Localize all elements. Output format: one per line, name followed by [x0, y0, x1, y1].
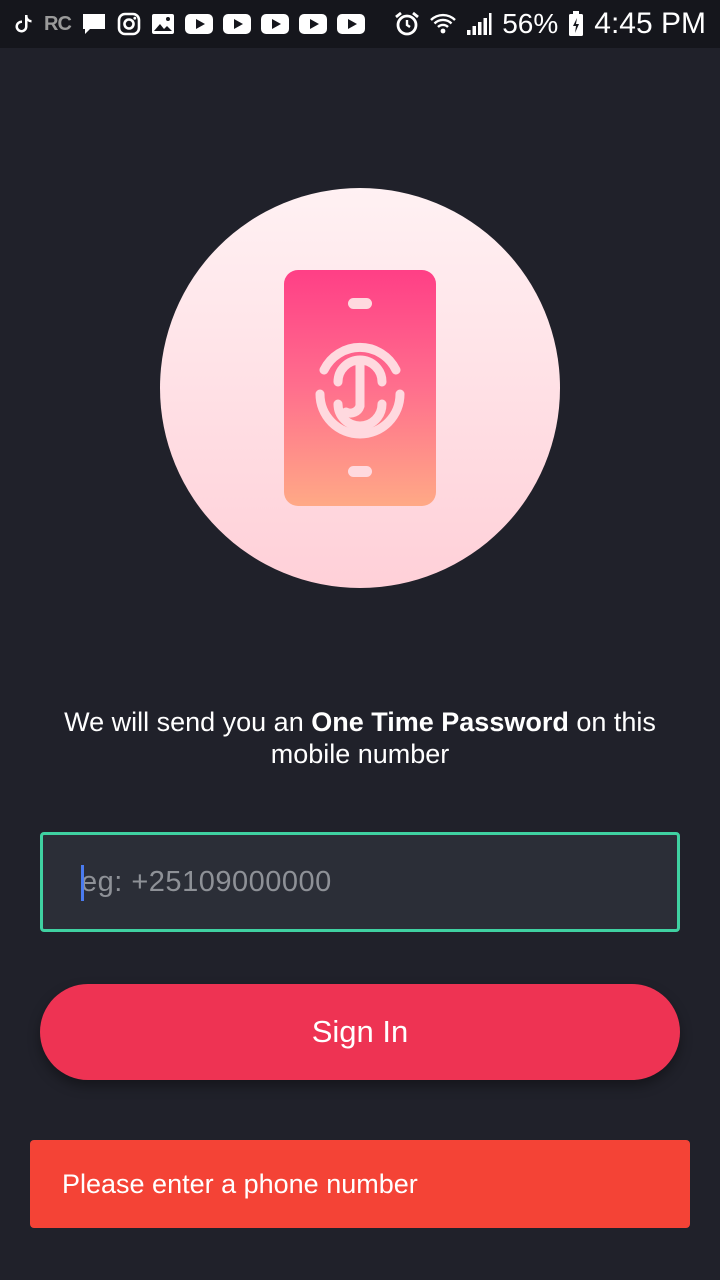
instagram-icon [117, 12, 141, 36]
sign-in-button[interactable]: Sign In [40, 984, 680, 1080]
system-icons: 56% 4:45 PM [394, 7, 706, 41]
status-bar: RC 56% 4:45 PM [0, 0, 720, 48]
otp-illustration [160, 188, 560, 588]
error-snackbar: Please enter a phone number [30, 1140, 690, 1228]
gallery-icon [151, 13, 175, 35]
signal-icon [466, 12, 492, 36]
battery-icon [568, 11, 584, 37]
otp-description: We will send you an One Time Password on… [40, 706, 680, 770]
youtube-icon [222, 14, 251, 34]
battery-percentage: 56% [502, 8, 559, 39]
description-prefix: We will send you an [64, 707, 312, 737]
youtube-icon [260, 14, 289, 34]
chat-icon [81, 12, 107, 36]
snackbar-message: Please enter a phone number [62, 1168, 418, 1199]
clock: 4:45 PM [594, 7, 706, 40]
phone-input-container [40, 832, 680, 932]
notification-icons: RC [14, 12, 365, 36]
text-cursor [81, 865, 84, 901]
youtube-icon [298, 14, 327, 34]
youtube-icon [184, 14, 213, 34]
phone-fingerprint-icon [284, 270, 436, 506]
tiktok-icon [14, 13, 34, 35]
description-bold: One Time Password [311, 707, 569, 737]
wifi-icon [430, 12, 457, 36]
rc-icon: RC [44, 12, 72, 35]
youtube-icon [336, 14, 365, 34]
phone-number-input[interactable] [43, 835, 677, 929]
alarm-icon [394, 11, 420, 37]
